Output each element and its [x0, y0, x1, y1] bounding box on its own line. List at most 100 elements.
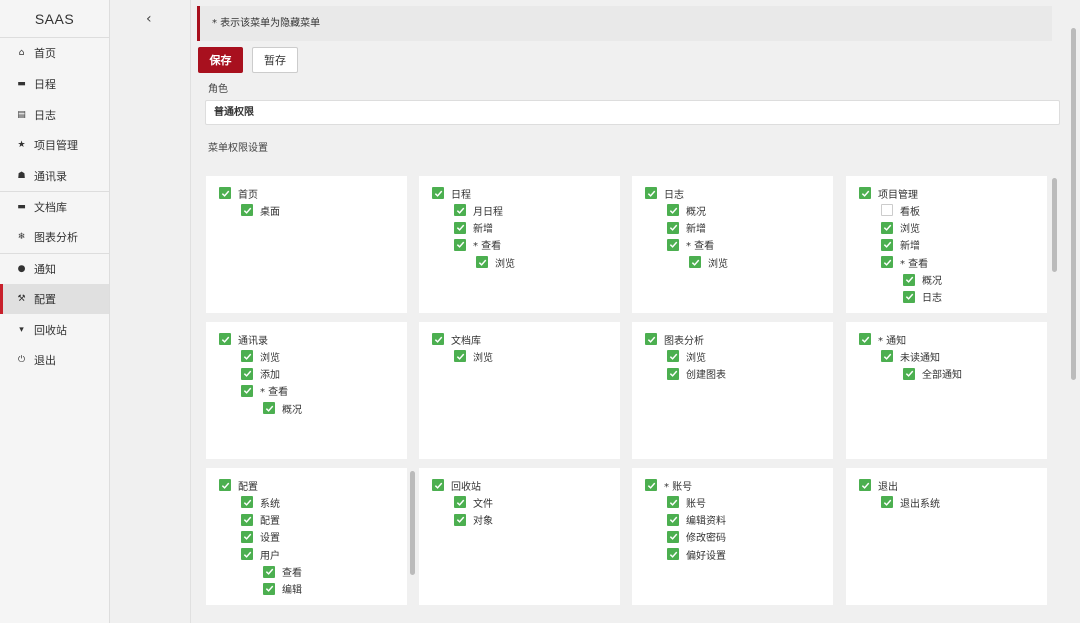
permission-node[interactable]: 添加 [241, 367, 280, 381]
role-input[interactable]: 普通权限 [205, 100, 1060, 125]
permission-node[interactable]: * 账号 [645, 478, 692, 493]
permission-node[interactable]: 编辑资料 [667, 513, 726, 527]
checkbox-checked-icon[interactable] [667, 530, 679, 543]
permission-node[interactable]: * 查看 [667, 238, 714, 252]
permission-node[interactable]: 对象 [454, 513, 493, 527]
sidebar-item-7[interactable]: ● 通知 [0, 252, 109, 284]
checkbox-checked-icon[interactable] [881, 350, 893, 363]
permission-node[interactable]: 偏好设置 [667, 547, 726, 562]
temp-save-button[interactable]: 暂存 [252, 47, 298, 73]
checkbox-checked-icon[interactable] [667, 513, 679, 526]
checkbox-checked-icon[interactable] [645, 333, 657, 345]
sidebar-item-6[interactable]: ❄ 图表分析 [0, 222, 109, 253]
permission-node[interactable]: 浏览 [476, 255, 515, 270]
sidebar-item-8[interactable]: ⚒ 配置 [0, 283, 109, 315]
permission-node[interactable]: 全部通知 [903, 367, 962, 381]
checkbox-checked-icon[interactable] [903, 290, 915, 303]
checkbox-checked-icon[interactable] [241, 548, 253, 561]
permission-node[interactable]: 用户 [241, 547, 280, 562]
permission-node[interactable]: 概况 [903, 273, 942, 287]
permission-node[interactable]: 设置 [241, 530, 280, 544]
permission-node[interactable]: 配置 [219, 478, 258, 493]
page-scrollbar[interactable] [1071, 28, 1076, 380]
permission-node[interactable]: 看板 [881, 203, 920, 218]
permission-node[interactable]: 通讯录 [219, 332, 268, 347]
right-scrollbar[interactable] [1052, 178, 1057, 272]
checkbox-checked-icon[interactable] [881, 238, 893, 251]
checkbox-unchecked-icon[interactable] [881, 204, 893, 217]
permission-node[interactable]: 新增 [454, 221, 493, 235]
checkbox-checked-icon[interactable] [432, 333, 444, 345]
checkbox-checked-icon[interactable] [219, 333, 231, 345]
permission-node[interactable]: 文件 [454, 495, 493, 510]
checkbox-checked-icon[interactable] [903, 367, 915, 380]
permission-node[interactable]: 新增 [881, 238, 920, 252]
checkbox-checked-icon[interactable] [454, 513, 466, 526]
checkbox-checked-icon[interactable] [219, 479, 231, 491]
permission-node[interactable]: 首页 [219, 186, 258, 201]
checkbox-checked-icon[interactable] [859, 333, 871, 345]
permission-node[interactable]: * 通知 [859, 332, 906, 347]
checkbox-checked-icon[interactable] [667, 204, 679, 217]
checkbox-checked-icon[interactable] [241, 367, 253, 380]
checkbox-checked-icon[interactable] [667, 496, 679, 509]
checkbox-checked-icon[interactable] [263, 565, 275, 578]
permission-node[interactable]: 日志 [645, 186, 684, 201]
checkbox-checked-icon[interactable] [454, 221, 466, 234]
permission-node[interactable]: 新增 [667, 221, 706, 235]
checkbox-checked-icon[interactable] [667, 238, 679, 251]
permission-node[interactable]: 修改密码 [667, 530, 726, 544]
permission-node[interactable]: 文档库 [432, 332, 481, 347]
permission-node[interactable]: 查看 [263, 565, 302, 579]
checkbox-checked-icon[interactable] [645, 479, 657, 491]
sidebar-item-9[interactable]: ▾ 回收站 [0, 314, 109, 345]
chevron-left-icon[interactable]: ‹ [146, 11, 152, 27]
permission-node[interactable]: 概况 [667, 203, 706, 218]
checkbox-checked-icon[interactable] [476, 256, 488, 269]
permission-node[interactable]: 浏览 [454, 349, 493, 364]
permission-node[interactable]: * 查看 [454, 238, 501, 252]
permission-node[interactable]: 回收站 [432, 478, 481, 493]
checkbox-checked-icon[interactable] [454, 238, 466, 251]
checkbox-checked-icon[interactable] [454, 350, 466, 363]
checkbox-checked-icon[interactable] [454, 496, 466, 509]
permission-node[interactable]: 日志 [903, 290, 942, 304]
permission-node[interactable]: 桌面 [241, 203, 280, 218]
sidebar-item-1[interactable]: ▬ 日程 [0, 69, 109, 100]
sidebar-item-4[interactable]: ☗ 通讯录 [0, 161, 109, 192]
permission-node[interactable]: 概况 [263, 401, 302, 416]
permission-node[interactable]: 浏览 [241, 349, 280, 364]
checkbox-checked-icon[interactable] [263, 582, 275, 595]
checkbox-checked-icon[interactable] [432, 187, 444, 199]
permission-node[interactable]: 配置 [241, 513, 280, 527]
permission-node[interactable]: 浏览 [667, 349, 706, 364]
permission-node[interactable]: 浏览 [881, 221, 920, 235]
checkbox-checked-icon[interactable] [667, 548, 679, 561]
permission-node[interactable]: 图表分析 [645, 332, 704, 347]
checkbox-checked-icon[interactable] [667, 221, 679, 234]
permission-node[interactable]: 创建图表 [667, 367, 726, 381]
left-scrollbar[interactable] [410, 471, 415, 575]
permission-node[interactable]: 退出系统 [881, 495, 940, 510]
permission-node[interactable]: 账号 [667, 495, 706, 510]
sidebar-item-2[interactable]: ▤ 日志 [0, 99, 109, 130]
permission-node[interactable]: 编辑 [263, 582, 302, 596]
checkbox-checked-icon[interactable] [454, 204, 466, 217]
checkbox-checked-icon[interactable] [241, 513, 253, 526]
checkbox-checked-icon[interactable] [263, 402, 275, 415]
checkbox-checked-icon[interactable] [667, 367, 679, 380]
checkbox-checked-icon[interactable] [219, 187, 231, 199]
permission-node[interactable]: * 查看 [241, 384, 288, 398]
checkbox-checked-icon[interactable] [859, 479, 871, 491]
checkbox-checked-icon[interactable] [432, 479, 444, 491]
sidebar-item-3[interactable]: ★ 项目管理 [0, 130, 109, 161]
permission-node[interactable]: * 查看 [881, 255, 928, 270]
sidebar-item-10[interactable]: ⏻ 退出 [0, 345, 109, 376]
checkbox-checked-icon[interactable] [645, 187, 657, 199]
checkbox-checked-icon[interactable] [241, 530, 253, 543]
checkbox-checked-icon[interactable] [241, 350, 253, 363]
sidebar-item-5[interactable]: ▬ 文档库 [0, 191, 109, 222]
checkbox-checked-icon[interactable] [881, 221, 893, 234]
permission-node[interactable]: 退出 [859, 478, 898, 493]
checkbox-checked-icon[interactable] [241, 384, 253, 397]
